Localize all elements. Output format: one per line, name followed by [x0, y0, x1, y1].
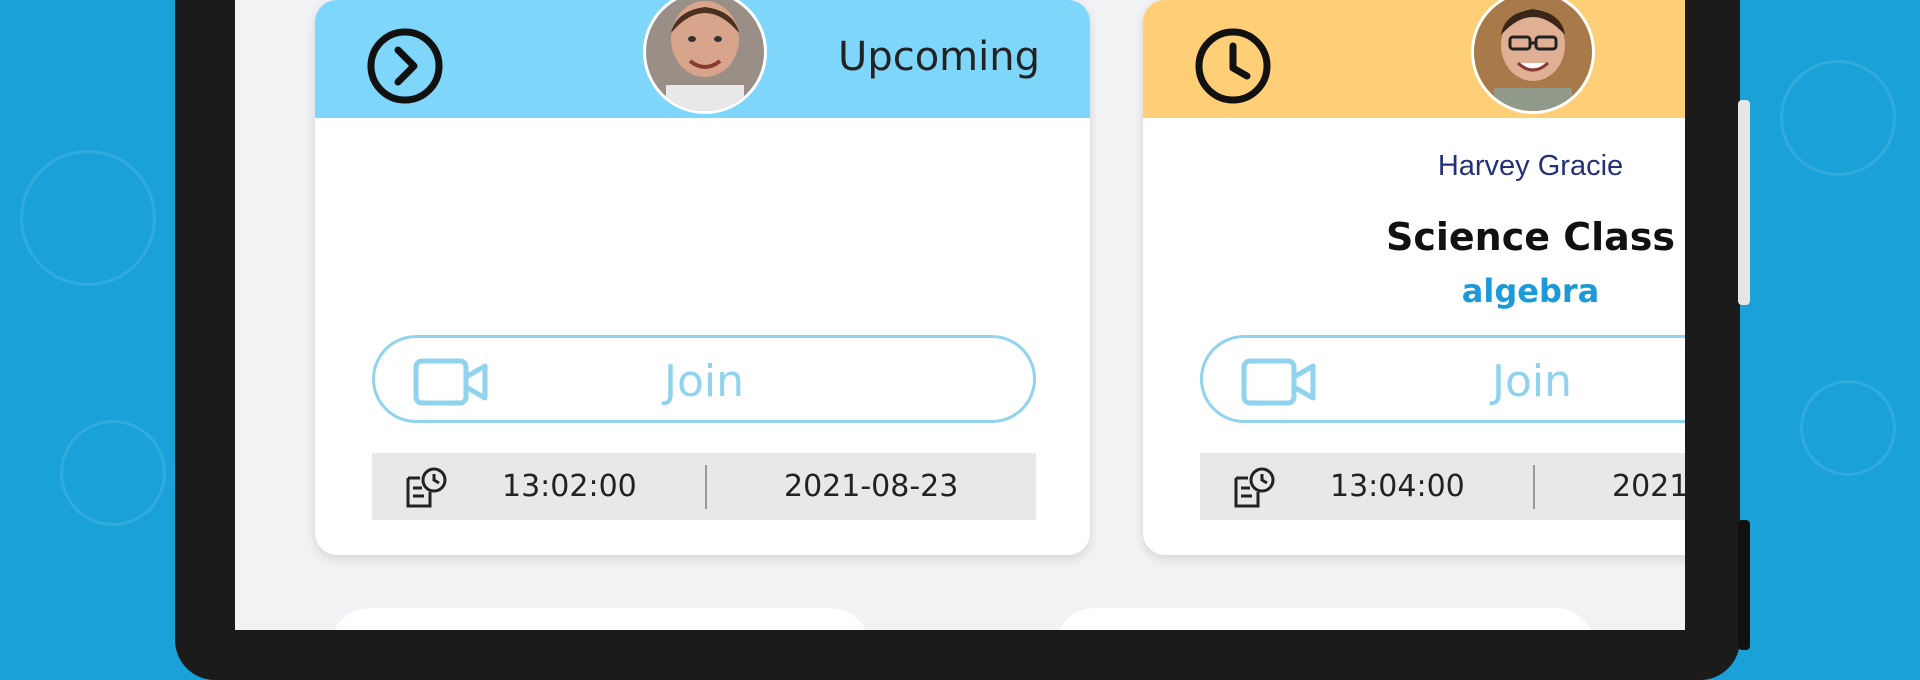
divider [1533, 465, 1535, 509]
class-date: 2021-08-23 [784, 469, 959, 504]
schedule-clock-icon [1234, 467, 1275, 508]
class-card[interactable]: Harvey Gracie Science Class algebra Join… [1143, 0, 1685, 555]
schedule-bar: 13:04:00 2021-08-23 [1200, 453, 1685, 520]
status-label: Upcoming [838, 34, 1040, 80]
background-doodle [20, 150, 156, 286]
join-button[interactable]: Join [372, 335, 1036, 423]
divider [705, 465, 707, 509]
background-doodle [1780, 60, 1896, 176]
class-card-next[interactable] [1055, 608, 1595, 630]
class-card-next[interactable] [330, 608, 870, 630]
class-title: Science Class [1385, 215, 1676, 259]
join-button[interactable]: Join [1200, 335, 1685, 423]
clock-icon[interactable] [1193, 26, 1273, 106]
phone-side-button [1738, 100, 1750, 305]
class-time: 13:02:00 [502, 469, 637, 504]
teacher-name: Harvey Gracie [1437, 150, 1624, 182]
background-doodle [60, 420, 166, 526]
class-time: 13:04:00 [1330, 469, 1465, 504]
chevron-right-circle-icon[interactable] [365, 26, 445, 106]
join-label: Join [663, 356, 744, 407]
phone-side-button [1738, 520, 1750, 650]
class-date: 2021-08-23 [1612, 469, 1685, 504]
class-card[interactable]: Upcoming Join 13:02:00 2021-08-23 [315, 0, 1090, 555]
schedule-bar: 13:02:00 2021-08-23 [372, 453, 1036, 520]
app-screen: Upcoming Join 13:02:00 2021-08-23 Harvey… [235, 0, 1685, 630]
background-doodle [1800, 380, 1896, 476]
join-label: Join [1491, 356, 1572, 407]
schedule-clock-icon [406, 467, 447, 508]
class-subject: algebra [1461, 272, 1600, 310]
